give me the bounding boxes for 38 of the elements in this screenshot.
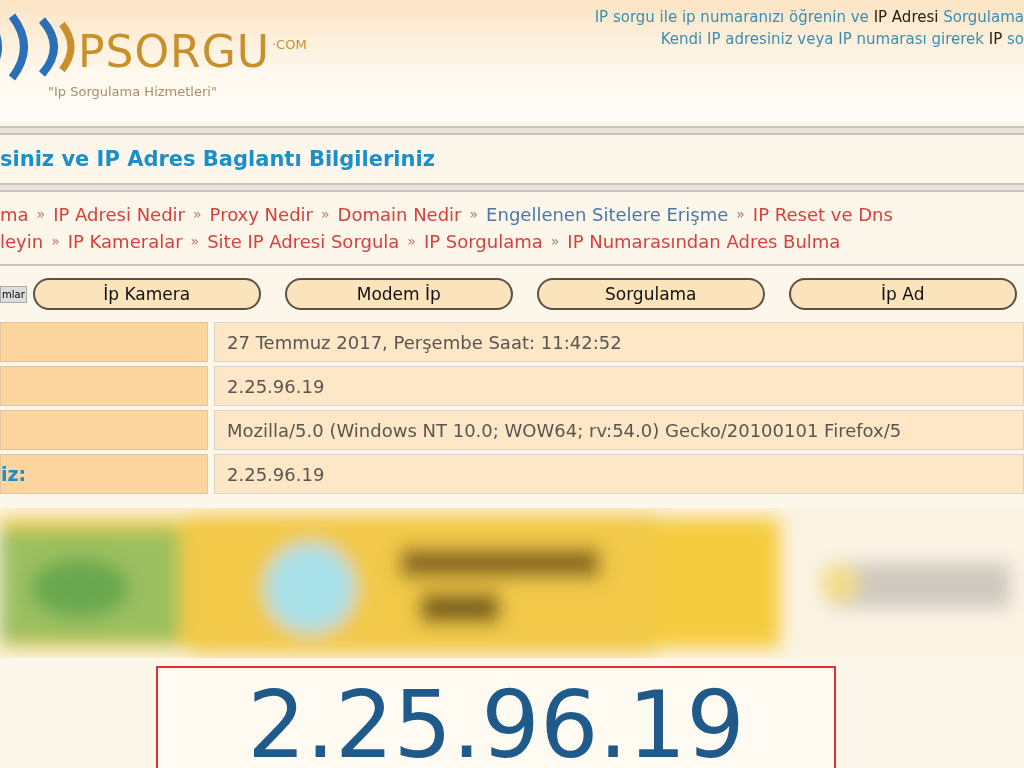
nav-link[interactable]: IP Sorgulama bbox=[423, 229, 543, 254]
nav-button[interactable]: İp Ad bbox=[788, 278, 1017, 310]
separator-icon: » bbox=[51, 229, 60, 254]
logo-text: PSORGU bbox=[78, 30, 270, 74]
separator-icon: » bbox=[193, 202, 202, 227]
nav-link[interactable]: IP Adresi Nedir bbox=[53, 202, 185, 227]
nav-link[interactable]: Engellenen Sitelere Erişme bbox=[486, 202, 729, 227]
separator-icon: » bbox=[469, 202, 479, 227]
nav-button[interactable]: Sorgulama bbox=[536, 278, 765, 310]
separator-icon: » bbox=[407, 229, 416, 254]
tagline: "Ip Sorgulama Hizmetleri" bbox=[48, 84, 218, 99]
nav-button[interactable]: mlar bbox=[0, 285, 27, 303]
value-cell: 2.25.96.19 bbox=[214, 454, 1024, 494]
nav-button[interactable]: İp Kamera bbox=[32, 278, 261, 310]
intro-text: IP sorgu ile ip numaranızı öğrenin ve IP Adresi Sorgulama bbox=[594, 7, 1024, 28]
separator-icon: » bbox=[190, 229, 200, 254]
ip-display: 2.25.96.19 bbox=[156, 666, 836, 768]
signal-icon bbox=[0, 12, 78, 82]
nav-link[interactable]: IP Numarasından Adres Bulma bbox=[567, 229, 841, 254]
label-text: iz: bbox=[1, 463, 27, 485]
separator-icon: » bbox=[321, 202, 330, 227]
section-title: siniz ve IP Adres Baglantı Bilgileriniz bbox=[0, 146, 436, 173]
nav-link[interactable]: Domain Nedir bbox=[337, 202, 462, 227]
nav-link[interactable]: Site IP Adresi Sorgula bbox=[207, 229, 400, 254]
value-cell: 2.25.96.19 bbox=[214, 366, 1024, 406]
value-cell: 27 Temmuz 2017, Perşembe Saat: 11:42:52 bbox=[214, 322, 1024, 362]
intro-text: Kendi IP adresiniz veya IP numarası girerek IP so bbox=[660, 29, 1024, 50]
nav-button[interactable]: Modem İp bbox=[284, 278, 513, 310]
separator-icon: » bbox=[550, 229, 560, 254]
separator-icon: » bbox=[736, 202, 745, 227]
value-cell: Mozilla/5.0 (Windows NT 10.0; WOW64; rv:54.0) Gecko/20100101 Firefox/5 bbox=[214, 410, 1024, 450]
nav-link[interactable]: IP Reset ve Dns bbox=[752, 202, 893, 227]
logo-suffix: ·COM bbox=[271, 37, 307, 52]
separator-icon: » bbox=[36, 202, 46, 227]
nav-link[interactable]: leyin bbox=[0, 229, 44, 254]
nav-link[interactable]: ma bbox=[0, 202, 29, 227]
nav-link[interactable]: Proxy Nedir bbox=[209, 202, 313, 227]
nav-link[interactable]: IP Kameralar bbox=[67, 229, 183, 254]
